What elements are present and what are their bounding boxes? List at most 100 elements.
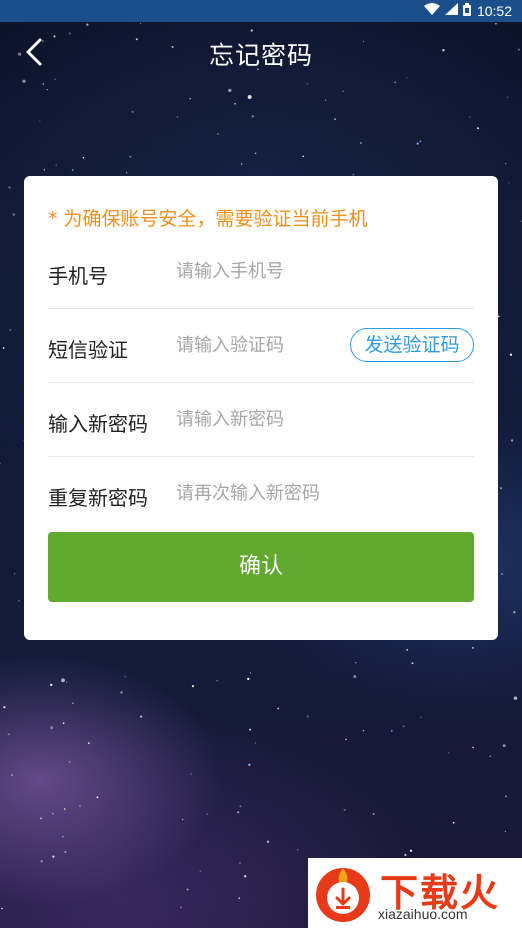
star	[176, 116, 179, 118]
star	[247, 677, 250, 681]
star	[82, 156, 85, 159]
star	[181, 818, 184, 821]
star	[3, 706, 6, 709]
sms-row: 短信验证 发送验证码	[48, 308, 474, 383]
star	[248, 763, 251, 766]
star	[180, 906, 182, 909]
star	[333, 118, 337, 121]
status-time: 10:52	[476, 3, 512, 19]
star	[64, 850, 67, 854]
new-password-input[interactable]	[176, 404, 346, 434]
phone-label: 手机号	[48, 264, 108, 288]
star	[249, 672, 252, 674]
star	[277, 707, 280, 710]
star	[513, 696, 518, 700]
security-notice: * 为确保账号安全，需要验证当前手机	[48, 208, 368, 230]
star	[0, 462, 1, 464]
star	[343, 808, 346, 811]
star	[189, 97, 191, 100]
star	[472, 746, 474, 749]
watermark: 下载火 xiazaihuo.com	[308, 858, 522, 928]
star	[61, 835, 64, 838]
star	[96, 796, 99, 799]
star	[390, 730, 393, 732]
star	[238, 897, 241, 900]
star	[452, 821, 455, 824]
star	[199, 870, 202, 873]
star	[228, 88, 232, 93]
star	[39, 120, 41, 122]
new-password-row: 输入新密码	[48, 382, 474, 457]
star	[448, 752, 450, 754]
star	[296, 849, 299, 851]
star	[131, 110, 134, 113]
star	[240, 163, 243, 165]
star	[129, 155, 132, 158]
star	[51, 812, 54, 815]
star	[11, 774, 14, 777]
star	[55, 164, 57, 166]
star	[489, 755, 491, 757]
star	[18, 600, 20, 602]
star	[362, 729, 365, 732]
repeat-password-label: 重复新密码	[48, 486, 148, 510]
star	[8, 186, 11, 189]
star	[247, 95, 252, 99]
star	[50, 683, 53, 687]
star	[186, 888, 189, 891]
star	[216, 680, 218, 682]
star	[71, 169, 74, 171]
wifi-icon	[423, 3, 440, 19]
star	[65, 681, 68, 683]
star	[9, 329, 12, 331]
star	[504, 795, 508, 798]
signal-icon	[444, 3, 458, 19]
star	[509, 353, 513, 356]
star	[302, 155, 304, 158]
star	[254, 742, 257, 744]
star	[62, 722, 65, 725]
sms-label: 短信验证	[48, 338, 128, 362]
star	[402, 725, 405, 728]
star	[510, 439, 514, 442]
star	[411, 662, 414, 665]
star	[2, 347, 5, 349]
star	[43, 169, 46, 171]
star	[342, 90, 344, 93]
status-bar: 10:52	[0, 0, 522, 22]
star	[61, 678, 65, 683]
star	[266, 840, 270, 844]
star	[124, 675, 127, 678]
star	[249, 728, 252, 731]
repeat-password-input[interactable]	[176, 478, 346, 508]
star	[508, 182, 510, 184]
star	[72, 702, 74, 704]
star	[244, 875, 247, 878]
sms-code-input[interactable]	[176, 330, 346, 360]
star	[139, 715, 143, 718]
star	[306, 715, 309, 718]
phone-input[interactable]	[176, 256, 346, 286]
page-title: 忘记密码	[208, 41, 313, 70]
star	[69, 761, 71, 763]
star	[420, 716, 423, 719]
star	[40, 817, 42, 820]
star	[234, 102, 236, 105]
star	[345, 738, 347, 741]
phone-row: 手机号	[48, 234, 474, 309]
star	[409, 849, 413, 852]
new-password-label: 输入新密码	[48, 412, 148, 436]
star	[79, 805, 81, 808]
confirm-button[interactable]: 确认	[48, 532, 474, 602]
star	[125, 172, 128, 174]
repeat-password-row: 重复新密码	[48, 456, 474, 530]
star	[50, 726, 54, 730]
send-code-button[interactable]: 发送验证码	[350, 328, 474, 362]
battery-icon	[462, 2, 471, 20]
star	[13, 573, 16, 575]
star	[502, 744, 506, 747]
star	[120, 691, 123, 694]
star	[190, 773, 192, 775]
star	[237, 811, 240, 814]
star	[205, 813, 209, 816]
